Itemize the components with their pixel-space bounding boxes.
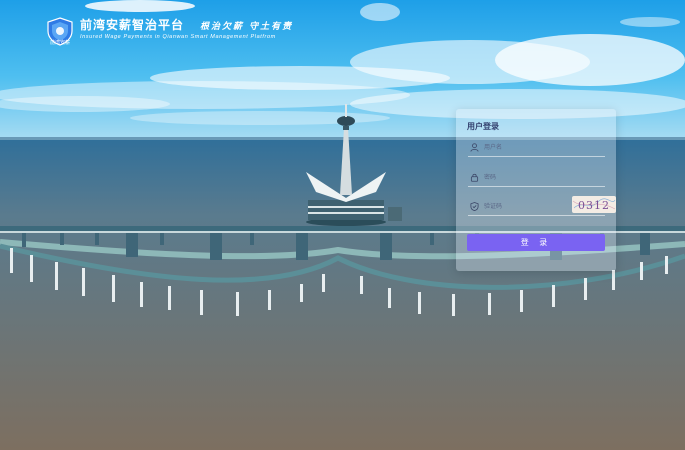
- username-input[interactable]: [484, 142, 564, 153]
- password-input[interactable]: [484, 172, 564, 183]
- captcha-text: 0312: [578, 199, 610, 212]
- login-title: 用户登录: [467, 122, 499, 131]
- shield-check-icon: [470, 202, 479, 211]
- platform-title: 前湾安薪智治平台: [80, 18, 185, 32]
- login-panel: 用户登录 0312 登 录: [456, 109, 616, 271]
- captcha-input[interactable]: [484, 201, 564, 212]
- username-field: [468, 140, 605, 157]
- captcha-field: 0312: [468, 196, 616, 216]
- captcha-image[interactable]: 0312: [572, 196, 616, 213]
- platform-subtitle: Insured Wage Payments in Qianwan Smart M…: [80, 34, 276, 40]
- lock-icon: [470, 173, 479, 182]
- logo-text: 前湾安薪: [49, 40, 70, 46]
- user-icon: [470, 143, 479, 152]
- password-field: [468, 170, 605, 187]
- slogan: 根治欠薪 守土有责: [200, 22, 294, 32]
- login-button[interactable]: 登 录: [467, 234, 605, 251]
